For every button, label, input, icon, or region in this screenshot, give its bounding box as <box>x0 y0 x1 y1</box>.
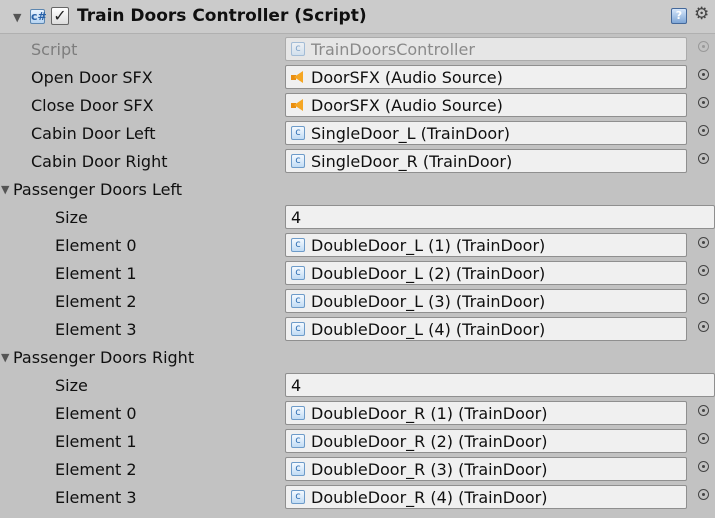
open-door-sfx-row: Open Door SFX DoorSFX (Audio Source) <box>0 63 715 91</box>
script-component-icon: c# <box>30 9 47 24</box>
object-picker-icon[interactable] <box>698 125 709 136</box>
script-object-icon: c <box>291 490 305 504</box>
element-label: Element 1 <box>55 432 137 451</box>
component-title: Train Doors Controller (Script) <box>77 6 367 26</box>
list-item: Element 2 c DoubleDoor_L (3) (TrainDoor) <box>0 287 715 315</box>
object-picker-icon[interactable] <box>698 433 709 444</box>
cabin-door-left-value: SingleDoor_L (TrainDoor) <box>311 124 511 143</box>
element-object-field[interactable]: c DoubleDoor_R (3) (TrainDoor) <box>285 457 687 481</box>
element-value: DoubleDoor_L (3) (TrainDoor) <box>311 292 546 311</box>
script-field: c TrainDoorsController <box>285 37 687 61</box>
script-object-icon: c <box>291 294 305 308</box>
object-picker-icon <box>698 41 709 52</box>
open-door-sfx-label: Open Door SFX <box>31 68 153 87</box>
cabin-door-left-field[interactable]: c SingleDoor_L (TrainDoor) <box>285 121 687 145</box>
open-door-sfx-field[interactable]: DoorSFX (Audio Source) <box>285 65 687 89</box>
element-value: DoubleDoor_L (4) (TrainDoor) <box>311 320 546 339</box>
foldout-arrow-icon[interactable]: ▼ <box>1 352 9 363</box>
script-asset-icon: c <box>291 42 305 56</box>
list-item: Element 3 c DoubleDoor_R (4) (TrainDoor) <box>0 483 715 511</box>
list-item: Element 3 c DoubleDoor_L (4) (TrainDoor) <box>0 315 715 343</box>
object-picker-icon[interactable] <box>698 405 709 416</box>
script-object-icon: c <box>291 238 305 252</box>
list-item: Element 2 c DoubleDoor_R (3) (TrainDoor) <box>0 455 715 483</box>
size-label: Size <box>55 376 88 395</box>
element-value: DoubleDoor_L (2) (TrainDoor) <box>311 264 546 283</box>
element-object-field[interactable]: c DoubleDoor_L (3) (TrainDoor) <box>285 289 687 313</box>
help-icon[interactable]: ? <box>671 8 687 24</box>
close-door-sfx-row: Close Door SFX DoorSFX (Audio Source) <box>0 91 715 119</box>
object-picker-icon[interactable] <box>698 69 709 80</box>
gear-icon[interactable]: ⚙ <box>694 4 709 24</box>
script-object-icon: c <box>291 266 305 280</box>
cabin-door-right-field[interactable]: c SingleDoor_R (TrainDoor) <box>285 149 687 173</box>
element-value: DoubleDoor_L (1) (TrainDoor) <box>311 236 546 255</box>
script-row: Script c TrainDoorsController <box>0 35 715 63</box>
element-object-field[interactable]: c DoubleDoor_R (4) (TrainDoor) <box>285 485 687 509</box>
foldout-arrow-icon[interactable]: ▼ <box>1 184 9 195</box>
size-label: Size <box>55 208 88 227</box>
size-value: 4 <box>291 208 302 227</box>
element-object-field[interactable]: c DoubleDoor_R (1) (TrainDoor) <box>285 401 687 425</box>
size-value: 4 <box>291 376 302 395</box>
element-label: Element 0 <box>55 404 137 423</box>
element-label: Element 3 <box>55 488 137 507</box>
element-object-field[interactable]: c DoubleDoor_L (2) (TrainDoor) <box>285 261 687 285</box>
element-label: Element 0 <box>55 236 137 255</box>
passenger-doors-left-size-input[interactable]: 4 <box>285 205 715 229</box>
script-object-icon: c <box>291 322 305 336</box>
object-picker-icon[interactable] <box>698 237 709 248</box>
script-object-icon: c <box>291 406 305 420</box>
script-object-icon: c <box>291 126 305 140</box>
passenger-doors-left-foldout[interactable]: ▼ Passenger Doors Left <box>0 175 715 203</box>
cabin-door-left-row: Cabin Door Left c SingleDoor_L (TrainDoo… <box>0 119 715 147</box>
object-picker-icon[interactable] <box>698 293 709 304</box>
object-picker-icon[interactable] <box>698 321 709 332</box>
cabin-door-right-row: Cabin Door Right c SingleDoor_R (TrainDo… <box>0 147 715 175</box>
close-door-sfx-label: Close Door SFX <box>31 96 154 115</box>
element-value: DoubleDoor_R (4) (TrainDoor) <box>311 488 548 507</box>
open-door-sfx-value: DoorSFX (Audio Source) <box>311 68 503 87</box>
script-label: Script <box>31 40 78 59</box>
cabin-door-right-label: Cabin Door Right <box>31 152 168 171</box>
cabin-door-left-label: Cabin Door Left <box>31 124 156 143</box>
passenger-doors-right-size-row: Size 4 <box>0 371 715 399</box>
object-picker-icon[interactable] <box>698 461 709 472</box>
component-header[interactable]: ▼ c# ✓ Train Doors Controller (Script) ?… <box>0 0 715 34</box>
passenger-doors-left-label: Passenger Doors Left <box>13 180 183 199</box>
element-label: Element 1 <box>55 264 137 283</box>
list-item: Element 0 c DoubleDoor_L (1) (TrainDoor) <box>0 231 715 259</box>
element-object-field[interactable]: c DoubleDoor_R (2) (TrainDoor) <box>285 429 687 453</box>
object-picker-icon[interactable] <box>698 97 709 108</box>
element-value: DoubleDoor_R (1) (TrainDoor) <box>311 404 548 423</box>
element-value: DoubleDoor_R (3) (TrainDoor) <box>311 460 548 479</box>
element-value: DoubleDoor_R (2) (TrainDoor) <box>311 432 548 451</box>
list-item: Element 1 c DoubleDoor_L (2) (TrainDoor) <box>0 259 715 287</box>
object-picker-icon[interactable] <box>698 265 709 276</box>
component-enabled-checkbox[interactable]: ✓ <box>51 7 69 25</box>
element-label: Element 3 <box>55 320 137 339</box>
object-picker-icon[interactable] <box>698 153 709 164</box>
script-object-icon: c <box>291 434 305 448</box>
passenger-doors-right-label: Passenger Doors Right <box>13 348 195 367</box>
element-label: Element 2 <box>55 460 137 479</box>
script-object-icon: c <box>291 462 305 476</box>
element-object-field[interactable]: c DoubleDoor_L (4) (TrainDoor) <box>285 317 687 341</box>
element-object-field[interactable]: c DoubleDoor_L (1) (TrainDoor) <box>285 233 687 257</box>
close-door-sfx-field[interactable]: DoorSFX (Audio Source) <box>285 93 687 117</box>
audio-source-icon <box>291 71 305 83</box>
foldout-arrow-icon[interactable]: ▼ <box>13 12 21 23</box>
close-door-sfx-value: DoorSFX (Audio Source) <box>311 96 503 115</box>
list-item: Element 1 c DoubleDoor_R (2) (TrainDoor) <box>0 427 715 455</box>
audio-source-icon <box>291 99 305 111</box>
passenger-doors-left-size-row: Size 4 <box>0 203 715 231</box>
script-value: TrainDoorsController <box>311 40 475 59</box>
passenger-doors-right-size-input[interactable]: 4 <box>285 373 715 397</box>
script-object-icon: c <box>291 154 305 168</box>
object-picker-icon[interactable] <box>698 489 709 500</box>
list-item: Element 0 c DoubleDoor_R (1) (TrainDoor) <box>0 399 715 427</box>
element-label: Element 2 <box>55 292 137 311</box>
passenger-doors-right-foldout[interactable]: ▼ Passenger Doors Right <box>0 343 715 371</box>
cabin-door-right-value: SingleDoor_R (TrainDoor) <box>311 152 513 171</box>
